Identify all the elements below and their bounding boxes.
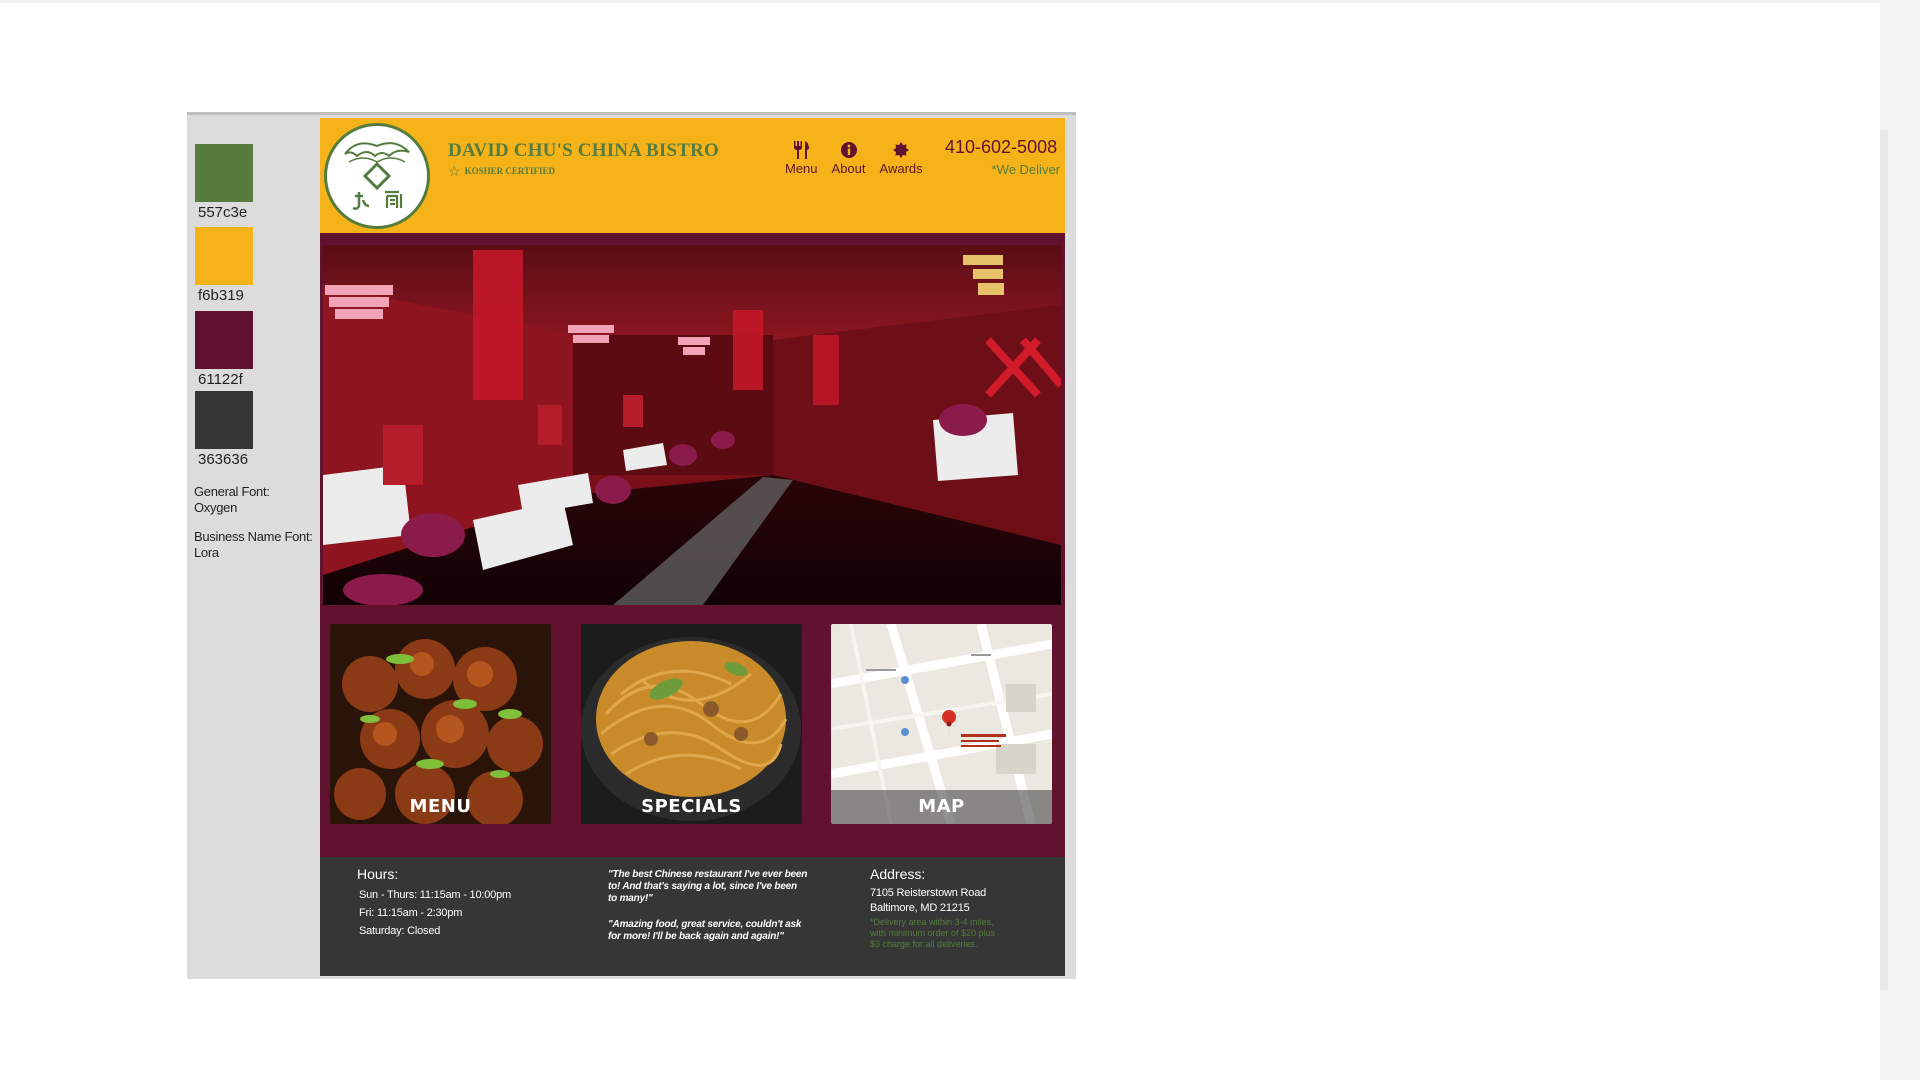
restaurant-logo[interactable] xyxy=(324,123,430,229)
website-mockup: DAVID CHU'S CHINA BISTRO ☆ KOSHER CERTIF… xyxy=(320,118,1065,976)
swatch-code: f6b319 xyxy=(198,287,244,304)
hero-image xyxy=(323,245,1061,605)
nav-label-about: About xyxy=(831,161,866,176)
hours-title: Hours: xyxy=(357,866,399,882)
browser-edge-top xyxy=(0,0,1920,3)
kosher-label: KOSHER CERTIFIED xyxy=(464,166,556,176)
swatch-green: 557c3e xyxy=(195,144,315,221)
utensils-icon xyxy=(792,140,810,160)
color-chip xyxy=(195,311,253,369)
nav-item-awards[interactable]: Awards xyxy=(880,140,923,176)
hours-line: Fri: 11:15am - 2:30pm xyxy=(359,907,463,919)
general-font-note: General Font: Oxygen xyxy=(194,484,322,516)
nav-item-about[interactable]: About xyxy=(832,140,866,176)
swatch-maroon: 61122f xyxy=(195,311,315,388)
testimonial-quote: "The best Chinese restaurant I've ever b… xyxy=(608,869,808,904)
nav-label-awards: Awards xyxy=(879,161,923,176)
color-chip xyxy=(195,144,253,202)
restaurant-interior-image xyxy=(323,245,1061,605)
main-nav: Menu About Awards xyxy=(785,140,923,176)
specials-tile[interactable]: SPECIALS xyxy=(581,624,802,824)
general-font-label: General Font: xyxy=(194,484,270,499)
swatch-orange: f6b319 xyxy=(195,227,315,304)
color-chip xyxy=(195,391,253,449)
business-font-label: Business Name Font: xyxy=(194,529,313,544)
menu-tile[interactable]: MENU xyxy=(330,624,551,824)
business-font-note: Business Name Font: Lora xyxy=(194,529,322,561)
phone-number[interactable]: 410-602-5008 xyxy=(945,137,1057,158)
design-canvas: 557c3e f6b319 61122f 363636 General Font… xyxy=(187,112,1076,979)
address-title: Address: xyxy=(870,866,926,882)
style-guide: 557c3e f6b319 61122f 363636 General Font… xyxy=(187,115,319,979)
color-chip xyxy=(195,227,253,285)
business-font-value: Lora xyxy=(194,545,219,560)
star-icon: ☆ xyxy=(448,163,461,179)
swatch-code: 363636 xyxy=(198,451,249,468)
site-header: DAVID CHU'S CHINA BISTRO ☆ KOSHER CERTIF… xyxy=(320,118,1065,233)
address-line: 7105 Reisterstown Road xyxy=(870,887,987,899)
address-line: Baltimore, MD 21215 xyxy=(870,902,970,914)
info-icon xyxy=(840,140,858,160)
map-tile-label: MAP xyxy=(831,790,1052,824)
menu-tile-label: MENU xyxy=(409,796,472,817)
site-footer: Hours: Sun - Thurs: 11:15am - 10:00pm Fr… xyxy=(320,857,1065,976)
kosher-badge: ☆ KOSHER CERTIFIED xyxy=(448,164,555,178)
delivery-details: *Delivery area within 3-4 miles, with mi… xyxy=(870,917,996,949)
nav-label-menu: Menu xyxy=(785,161,818,176)
testimonial-quote: "Amazing food, great service, couldn't a… xyxy=(608,919,802,942)
browser-scrollbar[interactable] xyxy=(1880,130,1888,990)
hours-line: Sun - Thurs: 11:15am - 10:00pm xyxy=(359,889,511,901)
hours-line: Saturday: Closed xyxy=(359,925,441,937)
swatch-code: 557c3e xyxy=(198,204,248,221)
map-tile[interactable]: MAP xyxy=(831,624,1052,824)
business-name: DAVID CHU'S CHINA BISTRO xyxy=(448,140,720,161)
award-icon xyxy=(892,140,910,160)
swatch-charcoal: 363636 xyxy=(195,391,315,468)
nav-item-menu[interactable]: Menu xyxy=(785,140,818,176)
dragon-logo-icon xyxy=(344,142,410,210)
delivery-note: *We Deliver xyxy=(991,162,1060,177)
swatch-code: 61122f xyxy=(198,371,243,388)
specials-tile-label: SPECIALS xyxy=(641,796,742,817)
general-font-value: Oxygen xyxy=(194,500,238,515)
